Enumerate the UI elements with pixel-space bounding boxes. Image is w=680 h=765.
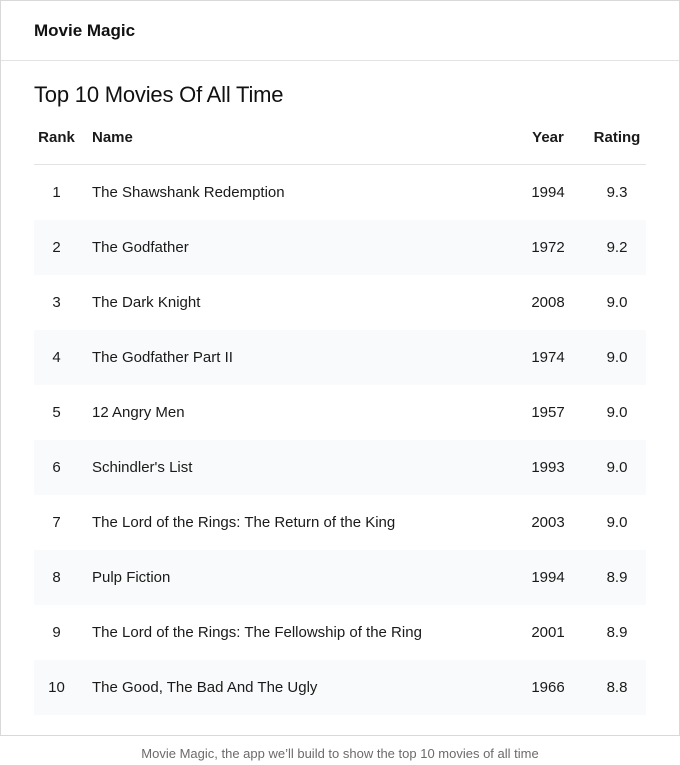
app-window: Movie Magic Top 10 Movies Of All Time Ra…: [0, 0, 680, 736]
table-row: 2 The Godfather 1972 9.2: [34, 220, 646, 275]
cell-rating: 8.8: [606, 678, 628, 696]
header-year: Year: [508, 129, 588, 165]
figure-caption: Movie Magic, the app we’ll build to show…: [141, 746, 539, 761]
header-name: Name: [79, 129, 508, 165]
table-row: 1 The Shawshank Redemption 1994 9.3: [34, 165, 646, 221]
table-header-row: Rank Name Year Rating: [34, 129, 646, 165]
cell-rating: 8.9: [606, 568, 628, 586]
table-row: 9 The Lord of the Rings: The Fellowship …: [34, 605, 646, 660]
cell-rank: 6: [52, 458, 61, 476]
table-row: 5 12 Angry Men 1957 9.0: [34, 385, 646, 440]
cell-rating: 9.0: [606, 513, 628, 531]
cell-rating: 9.0: [606, 403, 628, 421]
table-row: 10 The Good, The Bad And The Ugly 1966 8…: [34, 660, 646, 715]
cell-year: 1972: [531, 238, 565, 256]
cell-year: 1957: [531, 403, 565, 421]
cell-name: The Good, The Bad And The Ugly: [92, 678, 318, 696]
cell-year: 1966: [531, 678, 565, 696]
cell-rating: 9.0: [606, 348, 628, 366]
cell-rank: 5: [52, 403, 61, 421]
cell-year: 2003: [531, 513, 565, 531]
table-row: 7 The Lord of the Rings: The Return of t…: [34, 495, 646, 550]
cell-year: 2008: [531, 293, 565, 311]
cell-rank: 8: [52, 568, 61, 586]
table-row: 4 The Godfather Part II 1974 9.0: [34, 330, 646, 385]
header-rank: Rank: [34, 129, 79, 165]
main-content: Top 10 Movies Of All Time Rank Name Year…: [1, 80, 679, 715]
cell-rank: 2: [52, 238, 61, 256]
cell-year: 1994: [531, 568, 565, 586]
cell-rating: 9.0: [606, 293, 628, 311]
top-nav-bar: Movie Magic: [1, 1, 679, 61]
cell-name: The Shawshank Redemption: [92, 183, 285, 201]
cell-name: Schindler's List: [92, 458, 193, 476]
page-title: Top 10 Movies Of All Time: [34, 82, 284, 107]
cell-rank: 3: [52, 293, 61, 311]
cell-year: 1974: [531, 348, 565, 366]
cell-rank: 9: [52, 623, 61, 641]
table-row: 8 Pulp Fiction 1994 8.9: [34, 550, 646, 605]
cell-rank: 10: [48, 678, 65, 696]
cell-rating: 9.0: [606, 458, 628, 476]
cell-rating: 9.3: [606, 183, 628, 201]
cell-year: 1993: [531, 458, 565, 476]
cell-rank: 4: [52, 348, 61, 366]
cell-name: The Lord of the Rings: The Fellowship of…: [92, 623, 422, 641]
movies-table: Rank Name Year Rating 1 The Shawshank Re…: [34, 129, 646, 715]
cell-rating: 9.2: [606, 238, 628, 256]
cell-rank: 7: [52, 513, 61, 531]
app-name[interactable]: Movie Magic: [34, 21, 135, 41]
cell-name: The Dark Knight: [92, 293, 201, 311]
cell-name: The Lord of the Rings: The Return of the…: [92, 513, 396, 531]
cell-year: 1994: [531, 183, 565, 201]
table-row: 3 The Dark Knight 2008 9.0: [34, 275, 646, 330]
cell-rank: 1: [52, 183, 61, 201]
cell-year: 2001: [531, 623, 565, 641]
cell-name: The Godfather Part II: [92, 348, 233, 366]
cell-name: The Godfather: [92, 238, 189, 256]
cell-name: 12 Angry Men: [92, 403, 185, 421]
cell-name: Pulp Fiction: [92, 568, 171, 586]
movies-table-body: 1 The Shawshank Redemption 1994 9.3 2 Th…: [34, 165, 646, 715]
header-rating: Rating: [588, 129, 646, 165]
table-row: 6 Schindler's List 1993 9.0: [34, 440, 646, 495]
cell-rating: 8.9: [606, 623, 628, 641]
